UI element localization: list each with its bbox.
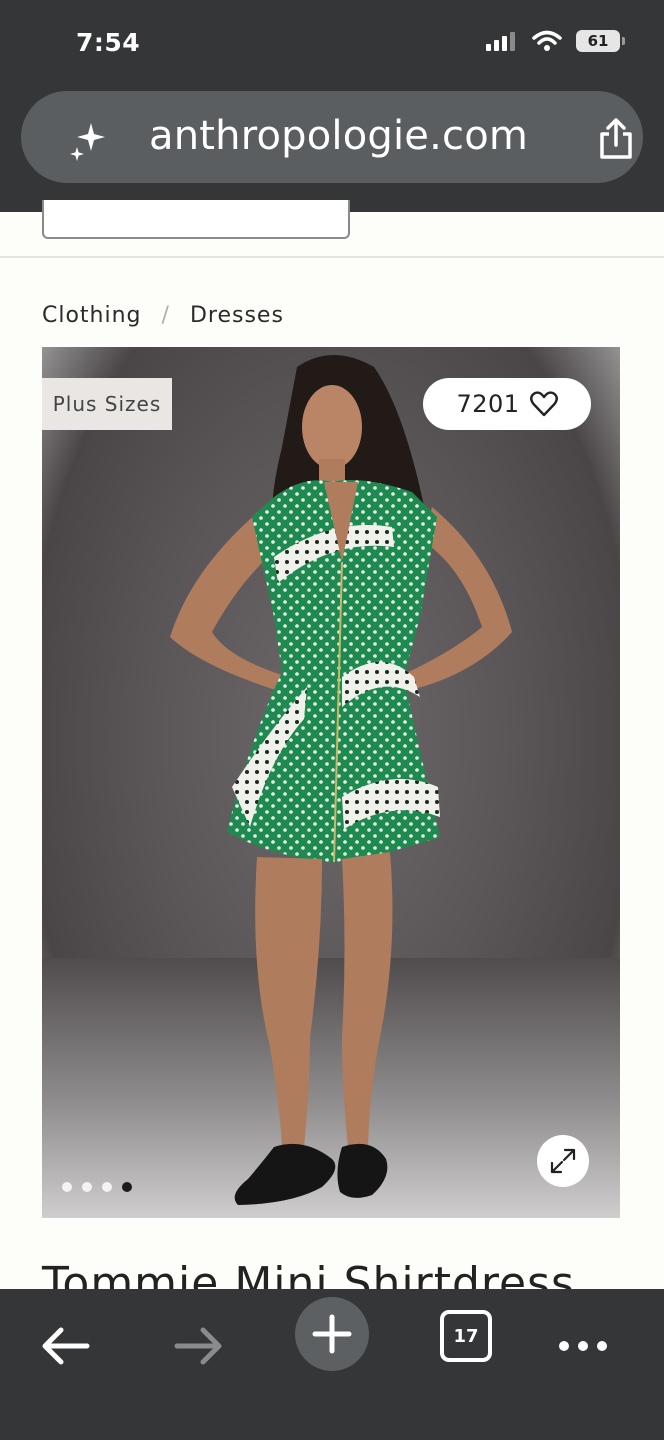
plus-icon bbox=[312, 1314, 352, 1354]
back-button[interactable] bbox=[30, 1311, 100, 1381]
favorite-button[interactable]: 7201 bbox=[423, 378, 591, 430]
expand-icon bbox=[550, 1148, 576, 1174]
status-bar: 7:54 61 bbox=[0, 0, 664, 90]
status-icons: 61 bbox=[486, 30, 625, 52]
favorites-count: 7201 bbox=[456, 390, 520, 418]
carousel-dot[interactable] bbox=[82, 1182, 92, 1192]
heart-icon bbox=[529, 391, 558, 417]
carousel-dot[interactable] bbox=[62, 1182, 72, 1192]
expand-image-button[interactable] bbox=[537, 1135, 589, 1187]
forward-button[interactable] bbox=[164, 1311, 234, 1381]
more-icon bbox=[559, 1341, 607, 1351]
carousel-dot-active[interactable] bbox=[122, 1182, 132, 1192]
forward-arrow-icon bbox=[174, 1327, 222, 1365]
search-field-partial[interactable] bbox=[42, 200, 350, 239]
plus-sizes-badge[interactable]: Plus Sizes bbox=[42, 378, 172, 430]
battery-indicator: 61 bbox=[576, 30, 625, 52]
breadcrumb-separator: / bbox=[161, 303, 170, 328]
tabs-button[interactable]: 17 bbox=[440, 1310, 492, 1362]
new-tab-button[interactable] bbox=[295, 1297, 369, 1371]
product-image[interactable]: Plus Sizes 7201 bbox=[42, 347, 620, 1218]
browser-url-area: anthropologie.com bbox=[0, 90, 664, 212]
back-arrow-icon bbox=[42, 1327, 90, 1365]
breadcrumb-dresses[interactable]: Dresses bbox=[190, 303, 284, 328]
breadcrumb: Clothing / Dresses bbox=[42, 303, 284, 328]
model-photo bbox=[170, 355, 512, 1205]
carousel-dot[interactable] bbox=[102, 1182, 112, 1192]
status-time: 7:54 bbox=[76, 28, 141, 57]
more-button[interactable] bbox=[548, 1311, 618, 1381]
url-text[interactable]: anthropologie.com bbox=[149, 113, 528, 159]
share-icon[interactable] bbox=[595, 117, 637, 161]
header-divider bbox=[0, 256, 664, 258]
address-bar[interactable]: anthropologie.com bbox=[21, 91, 643, 183]
cellular-signal-icon bbox=[486, 32, 515, 51]
image-carousel-dots bbox=[62, 1182, 132, 1192]
breadcrumb-clothing[interactable]: Clothing bbox=[42, 303, 142, 328]
wifi-icon bbox=[532, 30, 562, 51]
browser-toolbar: 17 bbox=[0, 1289, 664, 1440]
sparkle-icon[interactable] bbox=[65, 119, 109, 163]
